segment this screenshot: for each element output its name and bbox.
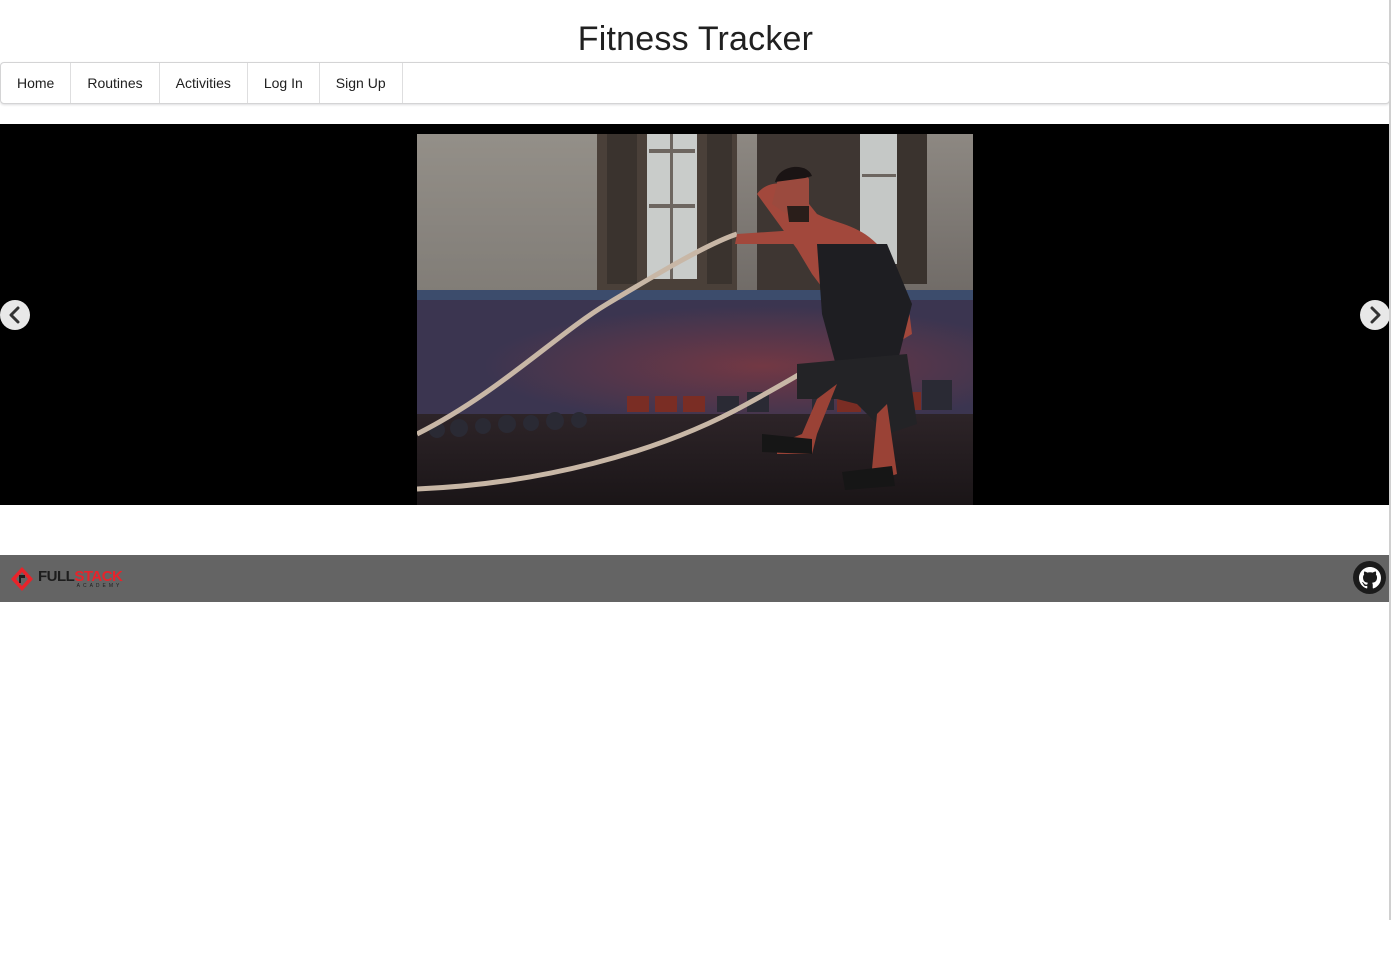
logo-wordmark: FULLSTACK ACADEMY xyxy=(38,568,123,589)
carousel-slide-image xyxy=(417,134,973,505)
main-navbar: Home Routines Activities Log In Sign Up xyxy=(0,62,1390,104)
carousel-prev-button[interactable] xyxy=(0,300,30,330)
fullstack-logo-icon xyxy=(11,567,33,591)
carousel-next-button[interactable] xyxy=(1360,300,1390,330)
nav-routines[interactable]: Routines xyxy=(71,63,160,103)
page: Fitness Tracker Home Routines Activities… xyxy=(0,0,1391,965)
nav-log-in[interactable]: Log In xyxy=(248,63,320,103)
chevron-right-icon xyxy=(1370,306,1381,324)
nav-activities[interactable]: Activities xyxy=(160,63,248,103)
page-title: Fitness Tracker xyxy=(577,20,814,58)
site-footer: FULLSTACK ACADEMY xyxy=(0,555,1391,602)
fullstack-academy-logo[interactable]: FULLSTACK ACADEMY xyxy=(10,564,123,594)
nav-home[interactable]: Home xyxy=(1,63,72,103)
image-carousel xyxy=(0,124,1391,505)
github-link[interactable] xyxy=(1353,561,1386,594)
github-icon xyxy=(1358,566,1381,588)
logo-word-full: FULL xyxy=(38,568,75,585)
chevron-left-icon xyxy=(9,306,20,324)
nav-sign-up[interactable]: Sign Up xyxy=(320,63,403,103)
